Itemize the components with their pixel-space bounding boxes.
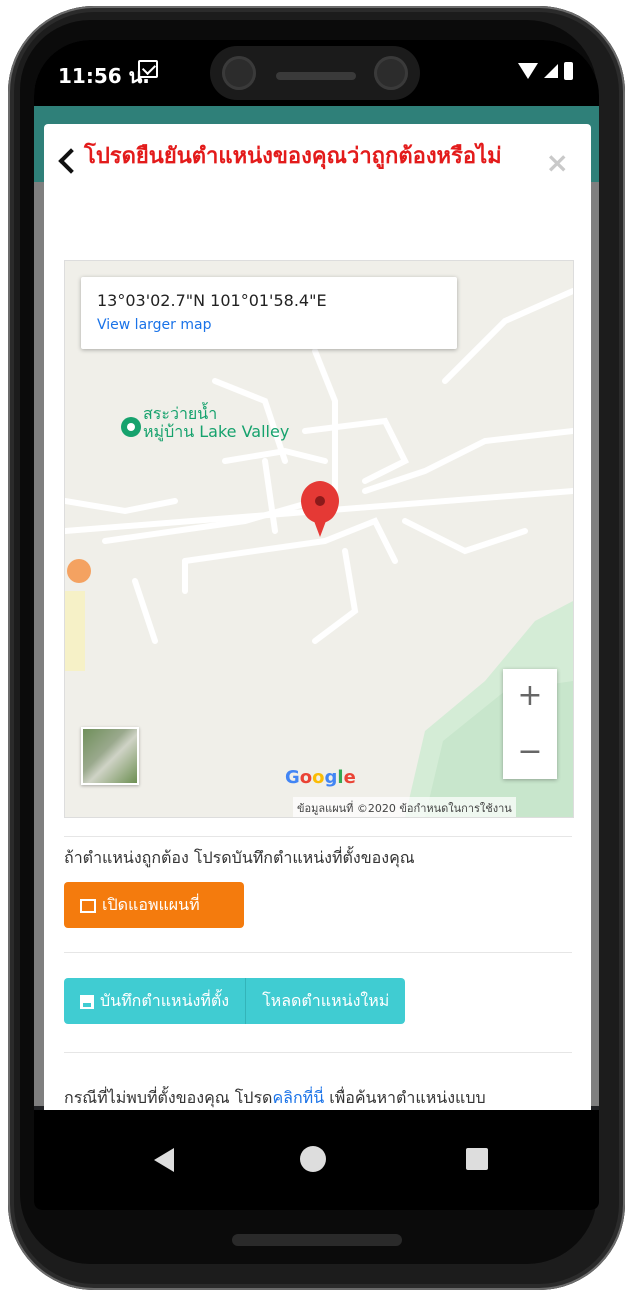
map-icon bbox=[80, 898, 96, 913]
coordinates-card: 13°03'02.7"N 101°01'58.4"E View larger m… bbox=[81, 277, 457, 349]
nav-recents-icon[interactable] bbox=[466, 1148, 488, 1170]
signal-icon bbox=[544, 64, 558, 78]
save-location-label: บันทึกตำแหน่งที่ตั้ง bbox=[100, 991, 230, 1010]
front-sensor-icon bbox=[374, 56, 408, 90]
confirm-instruction: ถ้าตำแหน่งถูกต้อง โปรดบันทึกตำแหน่งที่ตั… bbox=[64, 848, 415, 867]
satellite-toggle[interactable] bbox=[81, 727, 139, 785]
poi-label: สระว่ายน้ำ หมู่บ้าน Lake Valley bbox=[143, 405, 289, 441]
mail-notification-icon bbox=[138, 60, 158, 78]
road-yellow bbox=[65, 591, 85, 671]
nav-back-icon[interactable] bbox=[154, 1148, 174, 1172]
click-here-link[interactable]: คลิกที่นี่ bbox=[272, 1088, 324, 1107]
restaurant-icon bbox=[67, 559, 91, 583]
zoom-out-button[interactable]: − bbox=[503, 725, 557, 779]
android-nav-bar bbox=[34, 1110, 599, 1210]
status-bar: 11:56 น. bbox=[34, 40, 599, 106]
zoom-controls: + − bbox=[503, 669, 557, 779]
divider bbox=[64, 952, 572, 953]
location-confirm-modal: โปรดยืนยันตำแหน่งของคุณว่าถูกต้องหรือไม่… bbox=[44, 124, 591, 1210]
front-camera-icon bbox=[222, 56, 256, 90]
poi-label-line1: สระว่ายน้ำ bbox=[143, 404, 218, 423]
wifi-icon bbox=[518, 63, 538, 79]
camera-notch bbox=[210, 46, 420, 100]
open-map-app-label: เปิดแอพแผนที่ bbox=[102, 895, 200, 914]
not-found-suffix: เพื่อค้นหาตำแหน่งแบบ bbox=[324, 1088, 486, 1107]
status-icons bbox=[518, 62, 573, 80]
zoom-in-button[interactable]: + bbox=[503, 669, 557, 723]
back-chevron-icon[interactable] bbox=[58, 148, 84, 174]
map-attribution[interactable]: ข้อมูลแผนที่ ©2020 ข้อกำหนดในการใช้งาน bbox=[293, 797, 516, 817]
divider bbox=[64, 836, 572, 837]
not-found-prefix: กรณีที่ไม่พบที่ตั้งของคุณ โปรด bbox=[64, 1088, 273, 1107]
view-larger-map-link[interactable]: View larger map bbox=[97, 317, 211, 333]
earpiece-speaker bbox=[276, 72, 356, 80]
reload-location-button[interactable]: โหลดตำแหน่งใหม่ bbox=[246, 978, 406, 1024]
device-screen: 11:56 น. โปรดยืนยันตำแหน่งของคุณว่าถูกต้… bbox=[34, 40, 599, 1210]
phone-chin-speaker bbox=[232, 1234, 402, 1246]
poi-label-line2: หมู่บ้าน Lake Valley bbox=[143, 422, 290, 441]
save-icon bbox=[80, 994, 94, 1009]
close-icon[interactable]: × bbox=[546, 146, 569, 179]
save-location-button[interactable]: บันทึกตำแหน่งที่ตั้ง bbox=[64, 978, 247, 1024]
google-logo: Google bbox=[285, 767, 356, 788]
coordinates-text: 13°03'02.7"N 101°01'58.4"E bbox=[97, 291, 327, 310]
nav-home-icon[interactable] bbox=[300, 1146, 326, 1172]
open-map-app-button[interactable]: เปิดแอพแผนที่ bbox=[64, 882, 244, 928]
battery-icon bbox=[564, 62, 573, 80]
status-time: 11:56 น. bbox=[58, 64, 150, 88]
modal-title: โปรดยืนยันตำแหน่งของคุณว่าถูกต้องหรือไม่ bbox=[84, 144, 502, 169]
divider bbox=[64, 1052, 572, 1053]
embedded-map[interactable]: 13°03'02.7"N 101°01'58.4"E View larger m… bbox=[64, 260, 574, 818]
location-button-group: บันทึกตำแหน่งที่ตั้ง โหลดตำแหน่งใหม่ bbox=[64, 978, 406, 1024]
not-found-text: กรณีที่ไม่พบที่ตั้งของคุณ โปรดคลิกที่นี่… bbox=[64, 1086, 486, 1111]
